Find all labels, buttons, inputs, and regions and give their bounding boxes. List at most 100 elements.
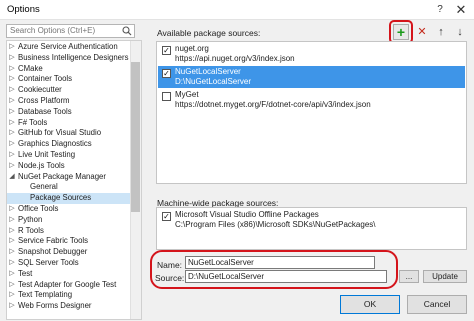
- browse-button[interactable]: ...: [399, 270, 419, 283]
- chevron-right-icon[interactable]: ▷: [8, 280, 16, 291]
- chevron-right-icon[interactable]: ▷: [8, 226, 16, 237]
- source-checkbox[interactable]: ✓: [162, 46, 171, 55]
- tree-item[interactable]: ▷ Business Intelligence Designers: [7, 53, 131, 64]
- tree-item-label: Container Tools: [18, 74, 73, 84]
- tree-item[interactable]: ▷ Test: [7, 269, 131, 280]
- tree-item[interactable]: ▷ Text Templating: [7, 290, 131, 301]
- tree-item[interactable]: ▷ SQL Server Tools: [7, 258, 131, 269]
- tree-item[interactable]: ▷ Service Fabric Tools: [7, 236, 131, 247]
- name-label: Name:: [157, 260, 183, 270]
- tree-item[interactable]: ▷ Cookiecutter: [7, 85, 131, 96]
- tree-item[interactable]: ▷ Graphics Diagnostics: [7, 139, 131, 150]
- chevron-right-icon[interactable]: ▷: [8, 74, 16, 85]
- chevron-right-icon[interactable]: ▷: [8, 150, 16, 161]
- tree-item[interactable]: ◢ NuGet Package Manager: [7, 172, 131, 183]
- available-source-item[interactable]: ✓ nuget.org https://api.nuget.org/v3/index…: [158, 43, 465, 65]
- tree-item-label: GitHub for Visual Studio: [18, 128, 102, 138]
- tree-item[interactable]: ▷ Live Unit Testing: [7, 150, 131, 161]
- source-name: MyGet: [175, 90, 199, 99]
- tree-item[interactable]: ▷ Azure Service Authentication: [7, 42, 131, 53]
- chevron-expanded-icon[interactable]: ◢: [8, 172, 16, 183]
- available-source-item[interactable]: ✓ NuGetLocalServer D:\NuGetLocalServer: [158, 66, 465, 88]
- ok-button[interactable]: OK: [340, 295, 400, 314]
- chevron-right-icon[interactable]: ▷: [8, 215, 16, 226]
- tree-item[interactable]: ▷ Snapshot Debugger: [7, 247, 131, 258]
- name-input[interactable]: NuGetLocalServer: [185, 256, 375, 269]
- update-button[interactable]: Update: [423, 270, 467, 283]
- chevron-right-icon[interactable]: ▷: [8, 236, 16, 247]
- chevron-right-icon[interactable]: ▷: [8, 290, 16, 301]
- chevron-right-icon[interactable]: ▷: [8, 64, 16, 75]
- move-down-button[interactable]: ↓: [452, 24, 468, 40]
- machine-source-item[interactable]: ✓ Microsoft Visual Studio Offline Package…: [158, 209, 465, 231]
- available-sources-list[interactable]: ✓ nuget.org https://api.nuget.org/v3/index…: [156, 41, 467, 184]
- tree-item[interactable]: ▷ Python: [7, 215, 131, 226]
- options-tree[interactable]: ▷ Azure Service Authentication ▷ Business I…: [6, 40, 142, 320]
- tree-item[interactable]: General: [7, 182, 131, 193]
- tree-item[interactable]: ▷ CMake: [7, 64, 131, 75]
- chevron-right-icon[interactable]: ▷: [8, 269, 16, 280]
- source-url: D:\NuGetLocalServer: [175, 77, 252, 86]
- tree-item-label: Node.js Tools: [18, 160, 65, 170]
- chevron-right-icon[interactable]: ▷: [8, 85, 16, 96]
- machine-sources-list[interactable]: ✓ Microsoft Visual Studio Offline Package…: [156, 207, 467, 250]
- tree-item[interactable]: ▷ Node.js Tools: [7, 161, 131, 172]
- source-name: NuGetLocalServer: [175, 67, 241, 76]
- tree-item[interactable]: ▷ Database Tools: [7, 107, 131, 118]
- window-title: Options: [7, 4, 40, 15]
- search-input[interactable]: Search Options (Ctrl+E): [6, 24, 135, 38]
- tree-item[interactable]: ▷ Test Adapter for Google Test: [7, 280, 131, 291]
- tree-item[interactable]: ▷ GitHub for Visual Studio: [7, 128, 131, 139]
- tree-item-label: SQL Server Tools: [18, 258, 79, 267]
- tree-item-label: Python: [18, 214, 43, 224]
- chevron-right-icon[interactable]: ▷: [8, 247, 16, 258]
- move-up-button[interactable]: ↑: [433, 24, 449, 40]
- available-sources-label: Available package sources:: [157, 28, 261, 38]
- chevron-right-icon[interactable]: ▷: [8, 128, 16, 139]
- search-icon: [122, 26, 132, 36]
- close-icon: ✕: [417, 26, 427, 38]
- source-checkbox[interactable]: ✓: [162, 69, 171, 78]
- tree-item-label: Database Tools: [18, 106, 72, 116]
- source-input[interactable]: D:\NuGetLocalServer: [185, 270, 387, 283]
- tree-item-label: Web Forms Designer: [18, 301, 92, 311]
- help-button[interactable]: ?: [432, 2, 448, 17]
- source-checkbox[interactable]: ✓: [162, 212, 171, 221]
- chevron-right-icon[interactable]: ▷: [8, 107, 16, 118]
- tree-item-label: F# Tools: [18, 117, 48, 127]
- cancel-button[interactable]: Cancel: [407, 295, 467, 314]
- tree-item[interactable]: ▷ R Tools: [7, 226, 131, 237]
- chevron-right-icon[interactable]: ▷: [8, 301, 16, 312]
- arrow-down-icon: ↓: [457, 26, 463, 38]
- chevron-right-icon[interactable]: ▷: [8, 161, 16, 172]
- remove-source-button[interactable]: ✕: [414, 24, 430, 40]
- tree-item-label: Test Adapter for Google Test: [18, 279, 117, 289]
- tree-item[interactable]: ▷ F# Tools: [7, 118, 131, 129]
- tree-scrollbar-thumb[interactable]: [131, 62, 140, 212]
- add-source-button[interactable]: +: [393, 24, 409, 40]
- source-name: Microsoft Visual Studio Offline Packages: [175, 210, 319, 219]
- close-button[interactable]: ✕: [452, 2, 470, 17]
- available-source-item[interactable]: MyGet https://dotnet.myget.org/F/dotnet-c…: [158, 89, 465, 111]
- tree-item-label: Test: [18, 268, 33, 278]
- chevron-right-icon[interactable]: ▷: [8, 96, 16, 107]
- chevron-right-icon[interactable]: ▷: [8, 258, 16, 269]
- tree-item-label: R Tools: [18, 225, 44, 235]
- chevron-right-icon[interactable]: ▷: [8, 53, 16, 64]
- tree-item-label: General: [30, 182, 58, 192]
- tree-item-label: Azure Service Authentication: [18, 42, 118, 51]
- tree-item-label: Business Intelligence Designers: [18, 52, 129, 62]
- tree-item-label: CMake: [18, 63, 43, 73]
- chevron-right-icon[interactable]: ▷: [8, 139, 16, 150]
- tree-item[interactable]: Package Sources: [7, 193, 131, 204]
- tree-item[interactable]: ▷ Office Tools: [7, 204, 131, 215]
- tree-item[interactable]: ▷ Web Forms Designer: [7, 301, 131, 312]
- source-url: https://dotnet.myget.org/F/dotnet-core/a…: [175, 100, 371, 109]
- tree-item-label: Text Templating: [18, 290, 73, 300]
- source-checkbox[interactable]: [162, 92, 171, 101]
- chevron-right-icon[interactable]: ▷: [8, 118, 16, 129]
- chevron-right-icon[interactable]: ▷: [8, 42, 16, 53]
- chevron-right-icon[interactable]: ▷: [8, 204, 16, 215]
- tree-item[interactable]: ▷ Cross Platform: [7, 96, 131, 107]
- tree-item[interactable]: ▷ Container Tools: [7, 74, 131, 85]
